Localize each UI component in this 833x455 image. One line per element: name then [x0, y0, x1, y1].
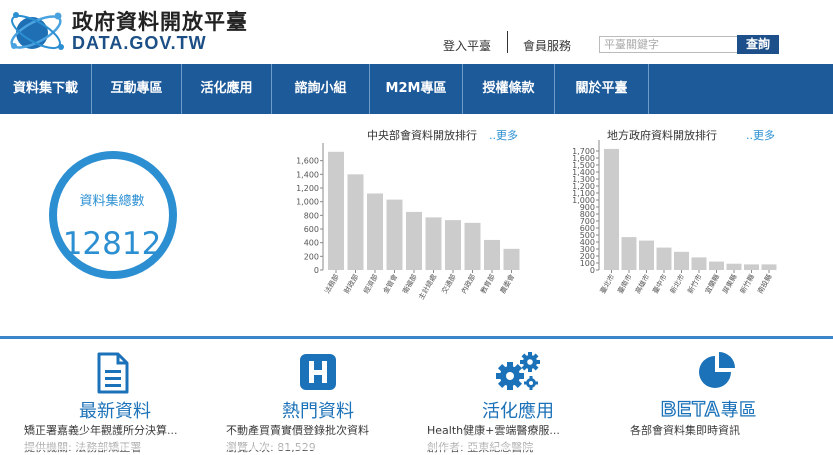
nav-item-dataset-download[interactable]: 資料集下載 [0, 64, 92, 114]
nav-item-advisory[interactable]: 諮詢小組 [272, 64, 370, 114]
central-chart-xtick-label: 衛福部 [400, 273, 418, 296]
central-chart-bar[interactable] [484, 239, 500, 270]
chart-central: 0 200 400 600 800 1,000 1,200 1,400 1,600 法務部 財政部經… [296, 143, 520, 302]
site-header: 政府資料開放平臺 DATA.GOV.TW 登入平臺 會員服務 查詢 [0, 0, 833, 64]
document-icon[interactable] [96, 352, 130, 394]
nav-item-applications[interactable]: 活化應用 [182, 64, 272, 114]
local-chart-bar[interactable] [604, 148, 619, 270]
central-chart-ytick-label: 400 [304, 239, 319, 248]
feature-latest-title[interactable]: 最新資料 [35, 397, 195, 423]
hot-h-icon[interactable] [299, 353, 337, 391]
gears-icon[interactable] [494, 350, 542, 392]
search-button[interactable]: 查詢 [737, 35, 779, 54]
central-chart-bar[interactable] [425, 217, 442, 270]
central-chart-xtick-label: 法務部 [322, 273, 340, 296]
central-chart-xtick-label: 金管會 [381, 273, 399, 296]
central-chart-xtick-label: 財政部 [342, 273, 360, 296]
central-chart-ytick-label: 200 [304, 252, 319, 261]
local-chart-bar[interactable] [691, 257, 707, 270]
nav-item-m2m[interactable]: M2M專區 [370, 64, 463, 114]
section-divider [0, 336, 833, 339]
nav-item-license[interactable]: 授權條款 [463, 64, 555, 114]
feature-hot-title[interactable]: 熱門資料 [238, 397, 398, 423]
local-chart-ytick-label: 1,700 [572, 147, 595, 156]
nav-item-about[interactable]: 關於平臺 [555, 64, 649, 114]
local-chart-bar[interactable] [709, 261, 724, 270]
site-name-cn[interactable]: 政府資料開放平臺 [72, 6, 248, 36]
local-chart-bar[interactable] [656, 247, 672, 270]
central-chart-xtick-label: 經濟部 [361, 273, 379, 296]
local-chart-bar[interactable] [726, 263, 742, 270]
local-chart-xtick-label: 臺北市 [598, 273, 616, 296]
central-chart-ytick-label: 1,600 [296, 157, 319, 166]
feature-apps-title[interactable]: 活化應用 [438, 397, 598, 423]
total-datasets-value: 12812 [62, 226, 162, 262]
login-link[interactable]: 登入平臺 [443, 37, 491, 54]
central-chart-ytick-label: 800 [304, 211, 319, 220]
central-chart-xtick-label: 農委會 [498, 273, 516, 296]
central-chart-xtick-label: 交通部 [439, 273, 457, 296]
local-chart-xtick-label: 新竹市 [685, 273, 703, 296]
logo-icon[interactable] [8, 6, 66, 58]
local-chart-bar[interactable] [639, 240, 654, 270]
central-chart-ytick-label: 1,000 [296, 198, 319, 207]
local-chart-bar[interactable] [744, 264, 759, 270]
local-chart-xtick-label: 臺中市 [650, 273, 668, 296]
central-chart-bar[interactable] [503, 248, 520, 270]
central-chart-ytick-label: 0 [314, 266, 319, 275]
pie-chart-icon[interactable] [697, 350, 737, 390]
local-chart-xtick-label: 新北市 [668, 273, 686, 296]
feature-beta-heading[interactable]: BETA專區 [660, 396, 757, 422]
central-chart-bar[interactable] [406, 211, 422, 270]
local-chart-bar[interactable] [621, 237, 637, 270]
chart-local: 01002003004005006007008009001,0001,1001,… [572, 140, 777, 296]
central-chart-bar[interactable] [464, 222, 481, 270]
local-chart-xtick-label: 臺南市 [615, 273, 633, 296]
local-chart-xtick-label: 宜蘭縣 [703, 273, 721, 296]
nav-item-interactive[interactable]: 互動專區 [92, 64, 182, 114]
total-datasets-label: 資料集總數 [79, 194, 145, 209]
central-chart-bar[interactable] [386, 199, 403, 270]
local-chart-xtick-label: 新竹縣 [738, 273, 756, 296]
local-chart-bar[interactable] [761, 264, 777, 270]
central-chart-ytick-label: 1,400 [296, 170, 319, 179]
central-chart-bar[interactable] [367, 193, 383, 270]
central-chart-xtick-label: 內政部 [459, 273, 477, 296]
central-chart-ytick-label: 1,200 [296, 184, 319, 193]
central-chart-xtick-label: 主計總處 [416, 273, 438, 302]
central-chart-ytick-label: 600 [304, 225, 319, 234]
local-chart-xtick-label: 南投縣 [755, 273, 773, 296]
search-input[interactable] [599, 36, 744, 53]
bottom-fade [0, 430, 833, 450]
central-chart-bar[interactable] [328, 151, 344, 270]
feature-beta-title: 專區 [720, 400, 757, 421]
central-chart-bar[interactable] [445, 220, 461, 270]
site-name-en[interactable]: DATA.GOV.TW [72, 33, 207, 54]
header-divider [507, 31, 508, 53]
local-chart-xtick-label: 屏東縣 [720, 273, 738, 296]
member-services-link[interactable]: 會員服務 [523, 37, 571, 54]
local-chart-xtick-label: 高雄市 [633, 273, 651, 296]
central-chart-bar[interactable] [347, 174, 364, 270]
central-chart-xtick-label: 教育部 [478, 273, 496, 296]
local-chart-bar[interactable] [674, 251, 689, 270]
main-nav: 資料集下載 互動專區 活化應用 諮詢小組 M2M專區 授權條款 關於平臺 [0, 64, 833, 114]
beta-badge: BETA [660, 397, 721, 421]
